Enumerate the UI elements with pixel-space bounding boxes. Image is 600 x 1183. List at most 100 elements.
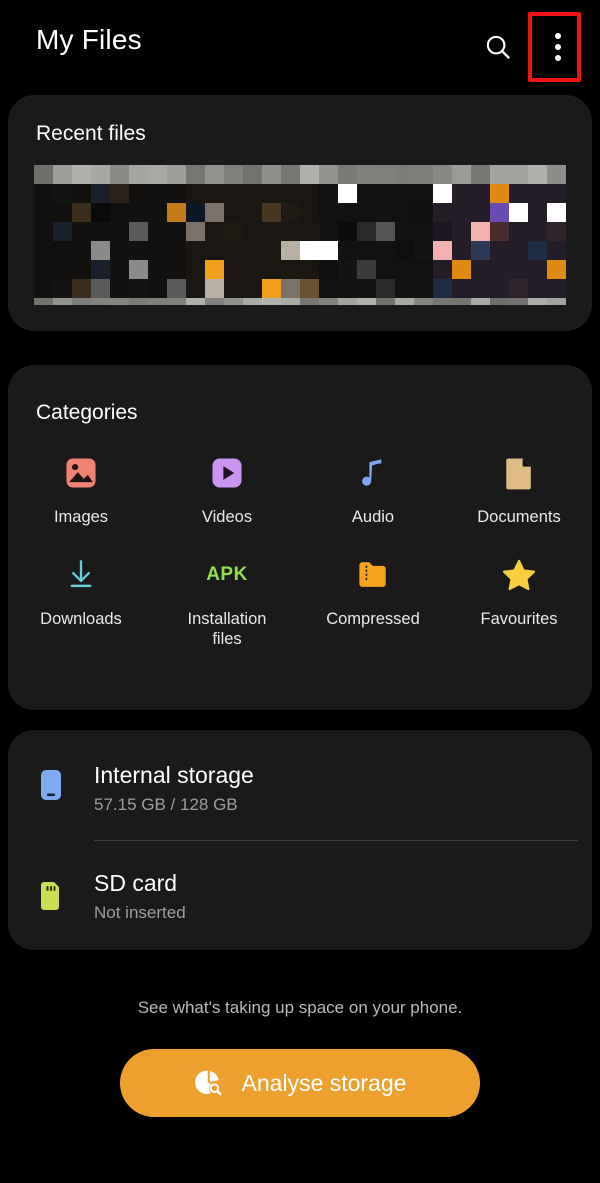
thumbnail-pixel [547, 260, 566, 279]
category-label: Images [53, 508, 109, 526]
thumbnail-pixel [547, 184, 566, 203]
my-files-screen: My Files Recent files Categories Images … [0, 0, 600, 1183]
category-label: Favourites [480, 610, 558, 629]
storage-row-sd[interactable]: SD card Not inserted [8, 842, 592, 950]
thumbnail-pixel [34, 203, 53, 222]
thumbnail-pixel [319, 298, 338, 305]
thumbnail-pixel [186, 184, 205, 203]
thumbnail-pixel [91, 203, 110, 222]
thumbnail-pixel [338, 165, 357, 184]
thumbnail-pixel [186, 165, 205, 184]
thumbnail-pixel [110, 298, 129, 305]
thumbnail-pixel [167, 260, 186, 279]
thumbnail-pixel [357, 260, 376, 279]
category-item-videos[interactable]: Videos [154, 451, 300, 527]
thumbnail-pixel [395, 241, 414, 260]
thumbnail-pixel [376, 260, 395, 279]
search-button[interactable] [476, 25, 520, 69]
category-item-compressed[interactable]: Compressed [300, 553, 446, 649]
thumbnail-pixel [414, 260, 433, 279]
thumbnail-pixel [110, 241, 129, 260]
thumbnail-pixel [53, 279, 72, 298]
thumbnail-pixel [91, 222, 110, 241]
thumbnail-pixel [34, 298, 53, 305]
category-item-favourites[interactable]: Favourites [446, 553, 592, 649]
thumbnail-pixel [205, 203, 224, 222]
thumbnail-pixel [167, 298, 186, 305]
thumbnail-pixel [338, 279, 357, 298]
thumbnail-pixel [205, 279, 224, 298]
thumbnail-pixel [509, 241, 528, 260]
thumbnail-pixel [110, 184, 129, 203]
thumbnail-pixel [433, 165, 452, 184]
thumbnail-pixel [53, 165, 72, 184]
thumbnail-pixel [262, 260, 281, 279]
thumbnail-pixel [148, 260, 167, 279]
category-item-documents[interactable]: Documents [446, 451, 592, 527]
thumbnail-pixel [452, 260, 471, 279]
thumbnail-pixel [471, 260, 490, 279]
storage-row-internal[interactable]: Internal storage 57.15 GB / 128 GB [8, 734, 592, 842]
thumbnail-pixel [471, 184, 490, 203]
thumbnail-pixel [471, 222, 490, 241]
thumbnail-pixel [338, 222, 357, 241]
thumbnail-pixel [528, 279, 547, 298]
thumbnail-pixel [72, 165, 91, 184]
thumbnail-pixel [262, 203, 281, 222]
thumbnail-pixel [357, 279, 376, 298]
download-icon [59, 553, 103, 597]
more-options-button[interactable] [536, 25, 580, 69]
thumbnail-pixel [110, 203, 129, 222]
thumbnail-pixel [452, 165, 471, 184]
thumbnail-pixel [262, 298, 281, 305]
app-header: My Files [0, 0, 600, 95]
video-play-icon [205, 451, 249, 495]
category-item-installation-files[interactable]: APK Installation files [154, 553, 300, 649]
thumbnail-pixel [357, 203, 376, 222]
category-item-audio[interactable]: Audio [300, 451, 446, 527]
music-note-icon [351, 451, 395, 495]
thumbnail-pixel [338, 298, 357, 305]
thumbnail-pixel [243, 298, 262, 305]
thumbnail-pixel [509, 279, 528, 298]
thumbnail-pixel [528, 241, 547, 260]
thumbnail-pixel [110, 260, 129, 279]
storage-hint-text: See what's taking up space on your phone… [137, 998, 463, 1017]
thumbnail-pixel [281, 184, 300, 203]
thumbnail-pixel [72, 222, 91, 241]
thumbnail-pixel [148, 184, 167, 203]
thumbnail-pixel [205, 165, 224, 184]
thumbnail-pixel [34, 184, 53, 203]
thumbnail-pixel [205, 184, 224, 203]
thumbnail-pixel [319, 279, 338, 298]
thumbnail-pixel [72, 298, 91, 305]
menu-dot [555, 55, 561, 61]
category-item-images[interactable]: Images [8, 451, 154, 527]
category-item-downloads[interactable]: Downloads [8, 553, 154, 649]
thumbnail-pixel [300, 165, 319, 184]
storage-sd-text: SD card Not inserted [94, 869, 186, 923]
thumbnail-pixel [91, 184, 110, 203]
thumbnail-pixel [129, 260, 148, 279]
thumbnail-pixel [129, 203, 148, 222]
thumbnail-pixel [357, 165, 376, 184]
thumbnail-pixel [167, 165, 186, 184]
thumbnail-pixel [338, 260, 357, 279]
thumbnail-pixel [319, 222, 338, 241]
category-label: Videos [201, 508, 253, 526]
recent-files-card[interactable]: Recent files [8, 95, 592, 331]
thumbnail-pixel [281, 279, 300, 298]
thumbnail-pixel [281, 165, 300, 184]
thumbnail-pixel [433, 298, 452, 305]
analyse-storage-button[interactable]: Analyse storage [120, 1049, 480, 1117]
thumbnail-pixel [243, 184, 262, 203]
recent-files-thumbnails[interactable] [34, 165, 566, 305]
menu-dot [555, 44, 561, 50]
thumbnail-pixel [243, 203, 262, 222]
thumbnail-pixel [490, 203, 509, 222]
thumbnail-pixel [148, 298, 167, 305]
thumbnail-pixel [262, 279, 281, 298]
thumbnail-pixel [281, 298, 300, 305]
thumbnail-pixel [452, 184, 471, 203]
thumbnail-pixel [528, 165, 547, 184]
